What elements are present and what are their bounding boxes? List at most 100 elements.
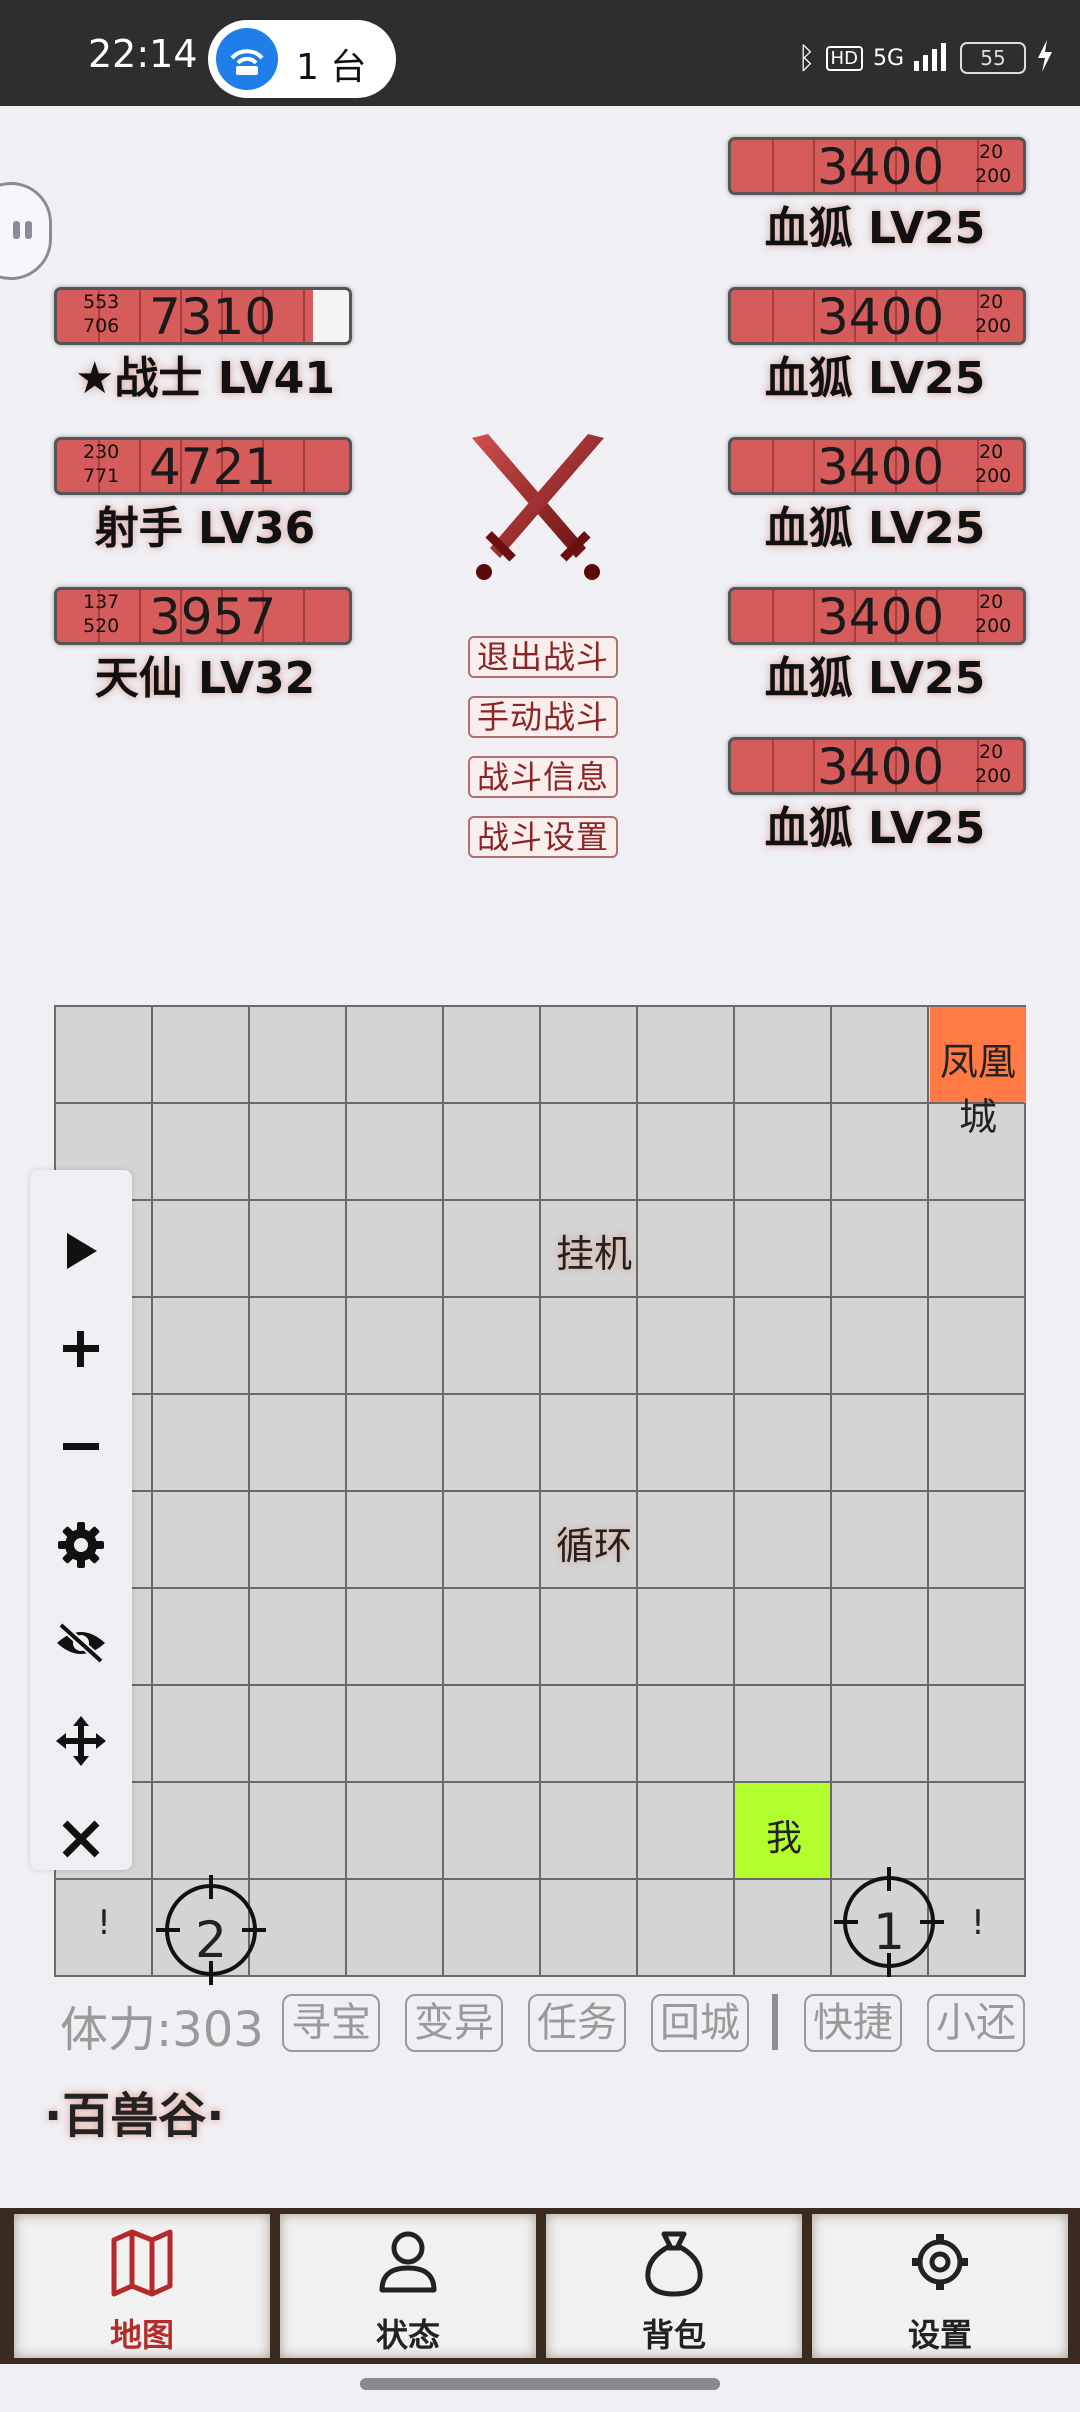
hp-value: 3400 (817, 738, 945, 795)
attack-value: 20 (979, 141, 1004, 163)
party-hp-bar: 230 771 4721 (54, 437, 352, 495)
grid-line (56, 1393, 1024, 1395)
battery-icon: 55 (960, 42, 1026, 74)
defense-value: 706 (83, 315, 120, 337)
home-indicator[interactable] (360, 2378, 720, 2390)
zoom-out-button[interactable] (52, 1418, 110, 1476)
status-bar: 22:14 1 台 ᛒ HD 5G 55 (0, 0, 1080, 106)
hp-value: 4721 (149, 438, 277, 495)
move-icon (56, 1716, 106, 1766)
battle-settings-button[interactable]: 战斗设置 (468, 816, 618, 858)
hp-missing (313, 290, 349, 342)
hotspot-count: 1 台 (296, 47, 367, 88)
grid-line (56, 1587, 1024, 1589)
hp-value: 3400 (817, 588, 945, 645)
battle-info-button[interactable]: 战斗信息 (468, 756, 618, 798)
enemy-name: 血狐 LV25 (764, 503, 986, 554)
grid-line (56, 1102, 1024, 1104)
shortcut-button[interactable]: 快捷 (804, 1994, 902, 2052)
floating-assistant-button[interactable] (0, 182, 52, 280)
defense-value: 200 (975, 615, 1012, 637)
hp-segment-tick (813, 440, 815, 492)
restore-button[interactable]: 小还 (927, 1994, 1025, 2052)
grid-line (56, 1781, 1024, 1783)
exit-battle-button[interactable]: 退出战斗 (468, 636, 618, 678)
tab-map[interactable]: 地图 (14, 2214, 270, 2358)
map-icon (111, 2229, 173, 2297)
hide-button[interactable] (52, 1614, 110, 1672)
hp-segment-tick (772, 590, 774, 642)
map-tool-panel (30, 1170, 132, 1870)
eye-off-icon (57, 1622, 105, 1664)
defense-value: 771 (83, 465, 120, 487)
hp-segment-tick (772, 290, 774, 342)
hd-badge: HD (825, 45, 863, 71)
enemy-name: 血狐 LV25 (764, 353, 986, 404)
tab-status-label: 状态 (375, 2316, 440, 2354)
defense-value: 200 (975, 465, 1012, 487)
tab-settings[interactable]: 设置 (812, 2214, 1068, 2358)
play-button[interactable] (52, 1222, 110, 1280)
player-label: 我 (765, 1818, 802, 1859)
party-member-name: 射手 LV36 (94, 503, 316, 554)
tab-status[interactable]: 状态 (280, 2214, 536, 2358)
location-title: ·百兽谷· (44, 2088, 225, 2144)
settings-tool-button[interactable] (52, 1516, 110, 1574)
mutate-button[interactable]: 变异 (405, 1994, 503, 2052)
attack-value: 553 (83, 291, 120, 313)
loop-label[interactable]: 循环 (542, 1515, 646, 1570)
party-member-name: 天仙 LV32 (94, 653, 316, 704)
manual-battle-button[interactable]: 手动战斗 (468, 696, 618, 738)
enemy-hp-bar: 3400 20 200 (728, 137, 1026, 195)
plus-icon (63, 1331, 99, 1367)
hp-segment-tick (139, 590, 141, 642)
marker-left: ! (97, 1903, 111, 1943)
party-hp-bar: 137 520 3957 (54, 587, 352, 645)
hotspot-pill[interactable]: 1 台 (208, 20, 396, 98)
grid-line (56, 1296, 1024, 1298)
tab-bag[interactable]: 背包 (546, 2214, 802, 2358)
return-city-button[interactable]: 回城 (651, 1994, 749, 2052)
quest-button[interactable]: 任务 (528, 1994, 626, 2052)
map-grid[interactable]: 凤凰城 挂机 循环 我 ! ! 2 1 (54, 1005, 1026, 1985)
zoom-in-button[interactable] (52, 1320, 110, 1378)
bag-icon (645, 2231, 703, 2297)
attack-value: 20 (979, 441, 1004, 463)
party-member-name: ★战士 LV41 (74, 353, 336, 404)
hp-segment-tick (772, 740, 774, 792)
signal-text: 5G (872, 45, 904, 71)
hp-segment-tick (139, 290, 141, 342)
hotspot-icon (216, 28, 278, 90)
enemy-hp-bar: 3400 20 200 (728, 737, 1026, 795)
attack-value: 230 (83, 441, 120, 463)
close-tool-button[interactable] (52, 1810, 110, 1868)
defense-value: 200 (975, 765, 1012, 787)
attack-value: 20 (979, 591, 1004, 613)
charging-icon (1036, 40, 1054, 76)
hp-segment-tick (813, 740, 815, 792)
defense-value: 520 (83, 615, 120, 637)
gear-icon (912, 2234, 968, 2290)
hp-value: 3957 (149, 588, 277, 645)
clock: 22:14 (88, 32, 198, 76)
minus-icon (63, 1443, 99, 1450)
attack-value: 20 (979, 741, 1004, 763)
defense-value: 200 (975, 165, 1012, 187)
hp-value: 7310 (149, 288, 277, 345)
enemy-name: 血狐 LV25 (764, 653, 986, 704)
grid-line (56, 1199, 1024, 1201)
status-icons: ᛒ HD 5G 55 (798, 36, 1054, 80)
attack-value: 137 (83, 591, 120, 613)
city-label: 凤凰城 (939, 1040, 1016, 1139)
bottom-nav: 地图 状态 背包 设置 (0, 2208, 1080, 2364)
hp-segment-tick (303, 590, 305, 642)
hp-segment-tick (813, 590, 815, 642)
treasure-button[interactable]: 寻宝 (282, 1994, 380, 2052)
idle-label[interactable]: 挂机 (542, 1223, 646, 1278)
enemy-name: 血狐 LV25 (764, 803, 986, 854)
hp-segment-tick (772, 440, 774, 492)
move-button[interactable] (52, 1712, 110, 1770)
close-icon (62, 1820, 100, 1858)
hp-segment-tick (813, 290, 815, 342)
marker-right: ! (971, 1903, 985, 1943)
